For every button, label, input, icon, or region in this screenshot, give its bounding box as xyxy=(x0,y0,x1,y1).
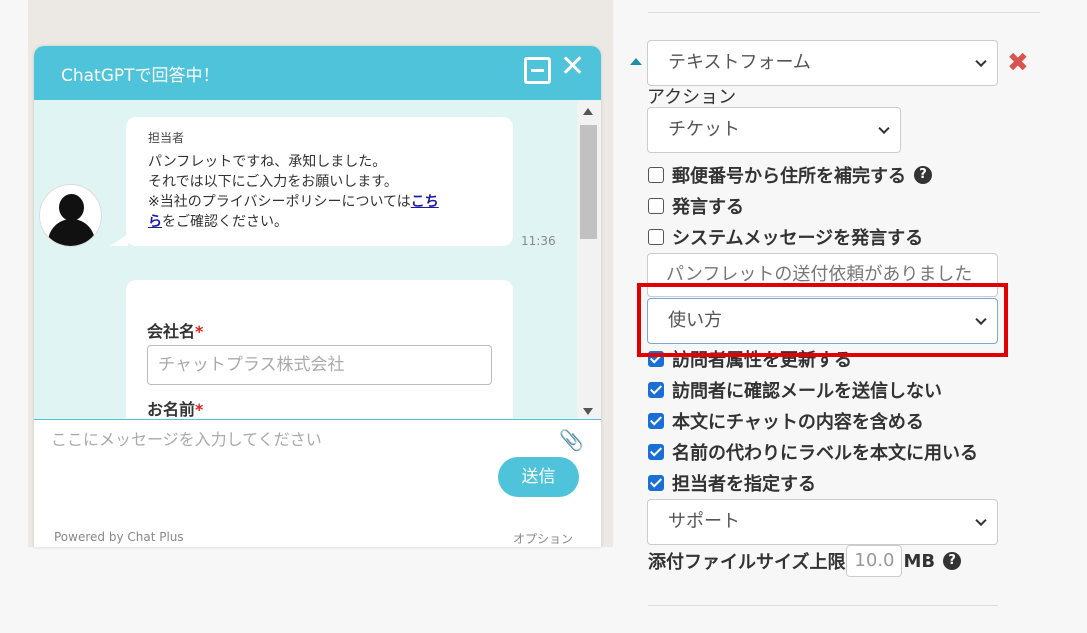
name-label: お名前* xyxy=(147,396,203,419)
checkbox-row[interactable]: 郵便番号から住所を補完する ? xyxy=(648,164,932,187)
message-input[interactable]: ここにメッセージを入力してください xyxy=(51,426,322,450)
assignee-select[interactable]: サポート xyxy=(647,499,998,545)
file-size-unit: MB xyxy=(903,550,936,572)
chat-header: ChatGPTで回答中！ ✕ xyxy=(34,46,601,100)
checkbox[interactable] xyxy=(648,198,664,214)
send-button[interactable]: 送信 xyxy=(498,457,579,497)
chevron-down-icon xyxy=(975,514,987,527)
company-label-text: 会社名 xyxy=(147,322,196,341)
scroll-thumb[interactable] xyxy=(580,125,597,239)
checkbox-label: 発言する xyxy=(672,197,744,218)
checkbox-checked[interactable] xyxy=(648,475,664,491)
divider xyxy=(648,605,998,606)
checkbox-checked[interactable] xyxy=(648,444,664,460)
privacy-suffix: をご確認ください。 xyxy=(162,214,288,230)
powered-by: Powered by Chat Plus xyxy=(54,530,184,544)
file-size-input[interactable]: 10.0 xyxy=(846,545,903,577)
collapse-arrow-icon[interactable] xyxy=(630,58,642,65)
checkbox-checked[interactable] xyxy=(648,413,664,429)
type-select-value: テキストフォーム xyxy=(668,52,811,73)
checkbox-label: システムメッセージを発言する xyxy=(672,228,924,249)
checkbox-label: 担当者を指定する xyxy=(672,474,816,495)
attachment-icon[interactable]: 📎 xyxy=(559,428,584,452)
help-icon[interactable]: ? xyxy=(943,552,962,570)
checkbox-label: 郵便番号から住所を補完する xyxy=(672,166,906,187)
assignee-select-value: サポート xyxy=(668,511,740,532)
operator-message-bubble: 担当者 パンフレットですね、承知しました。 それでは以下にご入力をお願いします。… xyxy=(110,117,513,246)
chat-log[interactable]: 担当者 パンフレットですね、承知しました。 それでは以下にご入力をお願いします。… xyxy=(34,100,601,419)
chevron-down-icon xyxy=(878,122,890,135)
option-link[interactable]: オプション xyxy=(513,530,573,547)
checkbox[interactable] xyxy=(648,229,664,245)
minimize-icon[interactable] xyxy=(524,57,551,84)
company-input[interactable]: チャットプラス株式会社 xyxy=(147,345,492,385)
action-select-value: チケット xyxy=(668,119,740,140)
file-size-label: 添付ファイルサイズ上限 xyxy=(648,552,846,573)
chat-form-card: 会社名* チャットプラス株式会社 お名前* xyxy=(126,280,513,419)
privacy-policy-link-cont[interactable]: ら xyxy=(148,214,162,230)
message-timestamp: 11:36 xyxy=(521,234,556,248)
scroll-down-arrow[interactable] xyxy=(583,408,593,415)
checkbox-row[interactable]: 名前の代わりにラベルを本文に用いる xyxy=(648,441,978,464)
company-label: 会社名* xyxy=(147,318,203,342)
privacy-prefix: ※当社のプライバシーポリシーについては xyxy=(148,194,411,210)
privacy-policy-link[interactable]: こち xyxy=(411,194,439,210)
checkbox-row[interactable]: 発言する xyxy=(648,195,744,218)
type-select[interactable]: テキストフォーム xyxy=(647,40,998,86)
operator-avatar xyxy=(39,184,102,247)
checkbox-checked[interactable] xyxy=(648,382,664,398)
checkbox-label: 本文にチャットの内容を含める xyxy=(672,412,924,433)
checkbox-row[interactable]: システムメッセージを発言する xyxy=(648,226,924,249)
message-line: パンフレットですね、承知しました。 xyxy=(148,154,387,170)
checkbox[interactable] xyxy=(648,167,664,183)
required-mark: * xyxy=(195,400,204,419)
privacy-line-2: らをご確認ください。 xyxy=(148,212,491,232)
checkbox-row[interactable]: 本文にチャットの内容を含める xyxy=(648,410,924,433)
message-text: パンフレットですね、承知しました。 それでは以下にご入力をお願いします。 ※当社… xyxy=(148,152,491,232)
required-mark: * xyxy=(195,322,204,341)
page-margin xyxy=(0,0,28,633)
chat-widget: ChatGPTで回答中！ ✕ 担当者 パンフレットですね、承知しました。 それで… xyxy=(34,46,601,547)
checkbox-row[interactable]: 訪問者に確認メールを送信しない xyxy=(648,379,942,402)
chat-title: ChatGPTで回答中！ xyxy=(61,66,220,86)
scroll-up-arrow[interactable] xyxy=(583,108,593,115)
action-label: アクション xyxy=(647,87,737,108)
sender-name: 担当者 xyxy=(148,131,185,145)
help-icon[interactable]: ? xyxy=(914,166,932,184)
name-label-text: お名前 xyxy=(147,400,196,419)
checkbox-label: 名前の代わりにラベルを本文に用いる xyxy=(672,443,978,464)
privacy-line: ※当社のプライバシーポリシーについてはこち xyxy=(148,192,491,212)
divider xyxy=(648,12,1040,13)
chevron-down-icon xyxy=(975,55,987,68)
chat-scrollbar[interactable] xyxy=(577,100,601,419)
checkbox-label: 訪問者に確認メールを送信しない xyxy=(672,381,942,402)
delete-icon[interactable]: ✖ xyxy=(1007,48,1029,78)
checkbox-row[interactable]: 担当者を指定する xyxy=(648,472,816,495)
chat-input-area: ここにメッセージを入力してください 📎 送信 Powered by Chat P… xyxy=(34,419,601,547)
file-size-row: 添付ファイルサイズ上限 10.0 MB ? xyxy=(648,545,962,577)
highlight-box xyxy=(637,283,1008,357)
message-line: それでは以下にご入力をお願いします。 xyxy=(148,174,398,190)
close-icon[interactable]: ✕ xyxy=(560,52,585,82)
action-select[interactable]: チケット xyxy=(647,107,901,153)
